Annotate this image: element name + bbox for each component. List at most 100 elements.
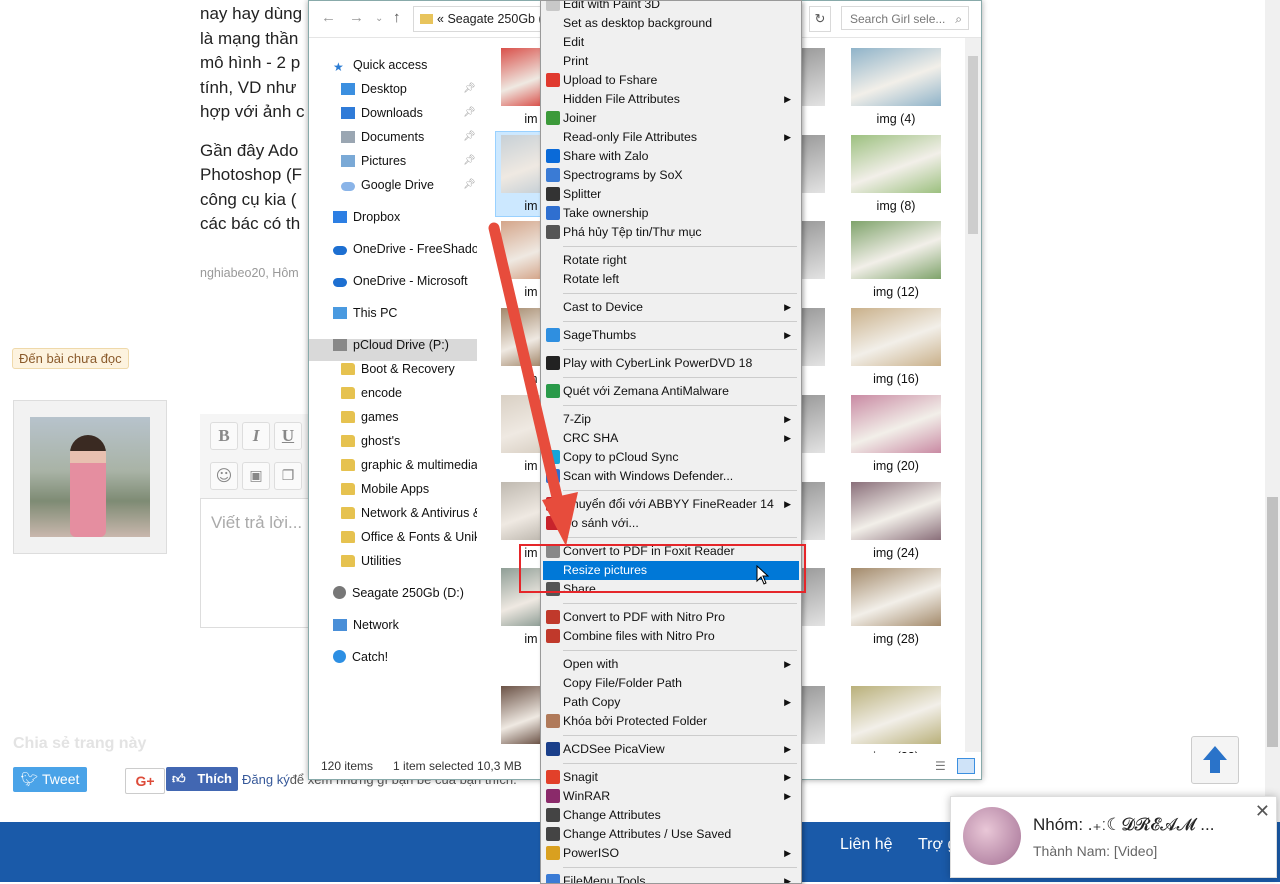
page-scrollbar[interactable]: [1265, 0, 1280, 822]
nav-item[interactable]: pCloud Drive (P:): [333, 334, 477, 356]
file-thumbnail[interactable]: [801, 48, 825, 106]
menu-item[interactable]: Upload to Fshare: [543, 71, 799, 90]
nav-item[interactable]: games: [341, 406, 477, 428]
menu-item[interactable]: Change Attributes: [543, 806, 799, 825]
file-name[interactable]: img (12): [846, 285, 946, 299]
footer-link-contact[interactable]: Liên hệ: [840, 836, 893, 854]
nav-item[interactable]: encode: [341, 382, 477, 404]
file-thumbnail[interactable]: [851, 482, 941, 540]
file-name[interactable]: im: [521, 199, 541, 213]
bold-button[interactable]: B: [210, 422, 238, 450]
file-thumbnail[interactable]: [851, 221, 941, 279]
file-name[interactable]: img (8): [846, 199, 946, 213]
menu-item[interactable]: Play with CyberLink PowerDVD 18: [543, 354, 799, 373]
menu-item[interactable]: 7-Zip ▶: [543, 410, 799, 429]
details-view-icon[interactable]: ☰: [935, 753, 946, 779]
image-icon[interactable]: ▣: [242, 462, 270, 490]
file-thumbnail[interactable]: [851, 308, 941, 366]
menu-item[interactable]: Joiner: [543, 109, 799, 128]
menu-item[interactable]: FileMenu Tools ▶: [543, 872, 799, 883]
italic-button[interactable]: I: [242, 422, 270, 450]
large-icons-view-icon[interactable]: [957, 758, 975, 774]
file-name[interactable]: img (16): [846, 372, 946, 386]
pin-icon[interactable]: 📌︎: [463, 83, 476, 94]
file-name[interactable]: img (28): [846, 632, 946, 646]
pin-icon[interactable]: 📌︎: [463, 131, 476, 142]
up-icon[interactable]: ↑: [393, 9, 401, 26]
menu-item[interactable]: Rotate left: [543, 270, 799, 289]
nav-item[interactable]: This PC: [333, 302, 477, 324]
nav-item[interactable]: Downloads: [341, 102, 477, 124]
file-thumbnail[interactable]: [801, 686, 825, 744]
avatar[interactable]: [30, 417, 150, 537]
file-thumbnail[interactable]: [851, 686, 941, 744]
pin-icon[interactable]: 📌︎: [463, 179, 476, 190]
file-name[interactable]: img (24): [846, 546, 946, 560]
unread-posts-link[interactable]: Đến bài chưa đọc: [12, 348, 129, 369]
recent-locations-icon[interactable]: ⌄: [375, 13, 383, 24]
nav-item[interactable]: OneDrive - Microsoft: [333, 270, 477, 292]
file-thumbnail[interactable]: [801, 221, 825, 279]
file-thumbnail[interactable]: [801, 395, 825, 453]
file-thumbnail[interactable]: [501, 48, 541, 106]
menu-item[interactable]: Set as desktop background: [543, 14, 799, 33]
nav-item[interactable]: Google Drive: [341, 174, 477, 196]
refresh-button[interactable]: ↻: [809, 6, 831, 32]
menu-item[interactable]: Read-only File Attributes ▶: [543, 128, 799, 147]
facebook-like-button[interactable]: 👍︎ Thích: [166, 767, 238, 791]
menu-item[interactable]: Scan with Windows Defender...: [543, 467, 799, 486]
nav-item[interactable]: Utilities: [341, 550, 477, 572]
menu-item[interactable]: PowerISO ▶: [543, 844, 799, 863]
menu-item[interactable]: Combine files with Nitro Pro: [543, 627, 799, 646]
breadcrumb[interactable]: « Seagate 250Gb (: [413, 6, 545, 32]
nav-item[interactable]: Network & Antivirus &: [341, 502, 477, 524]
nav-item[interactable]: ghost's: [341, 430, 477, 452]
menu-item[interactable]: WinRAR ▶: [543, 787, 799, 806]
menu-item[interactable]: CRC SHA ▶: [543, 429, 799, 448]
file-thumbnail[interactable]: [501, 135, 541, 193]
nav-item[interactable]: Catch!: [333, 646, 477, 668]
nav-item[interactable]: Office & Fonts & Uniko: [341, 526, 477, 548]
menu-item[interactable]: Quét với Zemana AntiMalware: [543, 382, 799, 401]
menu-item[interactable]: Khóa bởi Protected Folder: [543, 712, 799, 731]
menu-item[interactable]: Rotate right: [543, 251, 799, 270]
nav-item[interactable]: graphic & multimedia: [341, 454, 477, 476]
nav-item[interactable]: Dropbox: [333, 206, 477, 228]
nav-item[interactable]: ★ Quick access: [333, 54, 477, 76]
menu-item[interactable]: So sánh với...: [543, 514, 799, 533]
scroll-to-top-button[interactable]: [1191, 736, 1239, 784]
smiley-icon[interactable]: ☺: [210, 462, 238, 490]
chat-notification[interactable]: Nhóm: .₊ː☾𝓓𝓡𝓔𝓐𝓜 ... Thành Nam: [Video] ✕: [950, 796, 1277, 878]
nav-item[interactable]: Seagate 250Gb (D:): [333, 582, 477, 604]
menu-item[interactable]: Change Attributes / Use Saved: [543, 825, 799, 844]
menu-item[interactable]: Take ownership: [543, 204, 799, 223]
menu-item[interactable]: Snagit ▶: [543, 768, 799, 787]
file-thumbnail[interactable]: [501, 686, 541, 744]
forward-icon[interactable]: →: [349, 9, 364, 26]
file-name[interactable]: img (4): [846, 112, 946, 126]
media-icon[interactable]: ❐: [274, 462, 302, 490]
tweet-button[interactable]: 🐦︎ Tweet: [13, 767, 87, 792]
nav-item[interactable]: OneDrive - FreeShadow: [333, 238, 477, 260]
search-input[interactable]: Search Girl sele... ⌕: [841, 6, 969, 30]
menu-item[interactable]: Phá hủy Tệp tin/Thư mục: [543, 223, 799, 242]
nav-item[interactable]: Documents: [341, 126, 477, 148]
file-thumbnail[interactable]: [801, 135, 825, 193]
menu-item[interactable]: Splitter: [543, 185, 799, 204]
file-thumbnail[interactable]: [851, 395, 941, 453]
file-name[interactable]: im: [521, 112, 541, 126]
menu-item[interactable]: Open with ▶: [543, 655, 799, 674]
nav-item[interactable]: Desktop: [341, 78, 477, 100]
menu-item[interactable]: Convert to PDF with Nitro Pro: [543, 608, 799, 627]
file-thumbnail[interactable]: [851, 48, 941, 106]
nav-item[interactable]: Network: [333, 614, 477, 636]
menu-item[interactable]: Copy File/Folder Path: [543, 674, 799, 693]
file-name[interactable]: im: [521, 632, 541, 646]
menu-item[interactable]: Edit with Paint 3D: [543, 1, 799, 14]
menu-item[interactable]: Print: [543, 52, 799, 71]
gplus-button[interactable]: G+: [125, 768, 165, 794]
file-thumbnail[interactable]: [801, 308, 825, 366]
menu-item[interactable]: ACDSee PicaView ▶: [543, 740, 799, 759]
file-thumbnail[interactable]: [851, 568, 941, 626]
nav-item[interactable]: Boot & Recovery: [341, 358, 477, 380]
